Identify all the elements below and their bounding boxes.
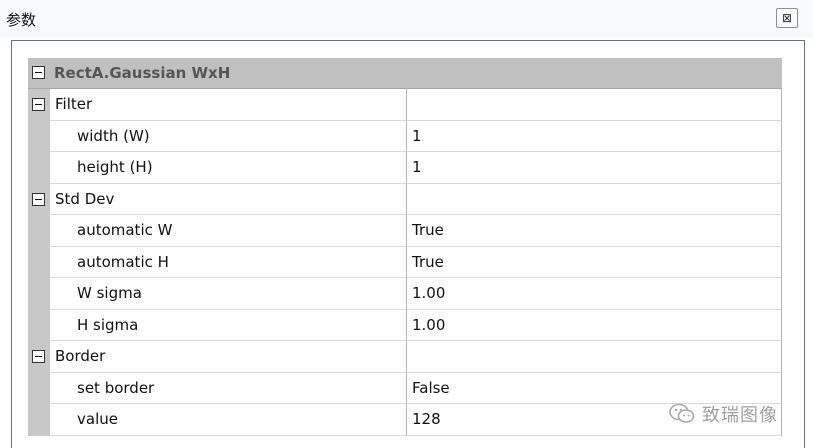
property-name: width (W) xyxy=(77,126,150,145)
row-gutter xyxy=(28,278,50,310)
property-name: height (H) xyxy=(77,158,153,176)
property-row-automatic-h[interactable]: automatic H True xyxy=(28,246,782,278)
property-name: value xyxy=(77,410,118,428)
category-row-filter[interactable]: Filter xyxy=(28,89,782,121)
row-gutter xyxy=(28,341,50,373)
property-value[interactable]: True xyxy=(412,221,444,239)
category-label: Border xyxy=(55,347,106,365)
watermark: 致瑞图像 xyxy=(668,400,778,428)
property-name: automatic W xyxy=(77,221,173,239)
property-name: W sigma xyxy=(77,284,142,302)
property-name: set border xyxy=(77,378,155,397)
row-gutter xyxy=(28,89,50,121)
property-row-height[interactable]: height (H) 1 xyxy=(28,152,782,184)
category-row-border[interactable]: Border xyxy=(28,341,782,373)
category-value-cell xyxy=(407,341,782,373)
row-gutter xyxy=(28,183,50,215)
collapse-icon[interactable] xyxy=(32,350,45,363)
property-row-automatic-w[interactable]: automatic W True xyxy=(28,215,782,247)
close-icon: ⊠ xyxy=(782,11,793,25)
collapse-icon[interactable] xyxy=(32,98,45,111)
category-value-cell xyxy=(407,89,782,121)
row-gutter xyxy=(28,372,50,404)
property-value[interactable]: 1 xyxy=(412,158,422,176)
property-grid: RectA.Gaussian WxH Filter width (W) 1 he… xyxy=(28,58,782,436)
root-label: RectA.Gaussian WxH xyxy=(54,64,231,82)
property-value[interactable]: 1.00 xyxy=(412,316,445,334)
property-value[interactable]: 128 xyxy=(412,410,441,428)
wechat-icon xyxy=(669,403,695,423)
property-row-h-sigma[interactable]: H sigma 1.00 xyxy=(28,309,782,341)
property-row-w-sigma[interactable]: W sigma 1.00 xyxy=(28,278,782,310)
row-gutter xyxy=(28,120,50,152)
watermark-text: 致瑞图像 xyxy=(702,405,778,426)
collapse-icon[interactable] xyxy=(32,192,45,206)
row-gutter xyxy=(28,152,50,184)
grid-root-header[interactable]: RectA.Gaussian WxH xyxy=(28,58,782,89)
window-title: 参数 xyxy=(6,11,37,29)
property-value[interactable]: 1.00 xyxy=(412,284,445,302)
window-titlebar: 参数 ⊠ xyxy=(0,0,813,38)
category-value-cell xyxy=(407,183,782,215)
property-name: H sigma xyxy=(77,315,139,334)
category-row-std-dev[interactable]: Std Dev xyxy=(28,183,782,215)
row-gutter xyxy=(28,215,50,247)
property-name: automatic H xyxy=(77,252,169,271)
property-value[interactable]: False xyxy=(412,379,450,397)
row-gutter xyxy=(28,246,50,278)
category-label: Std Dev xyxy=(55,189,115,208)
property-row-width[interactable]: width (W) 1 xyxy=(28,120,782,152)
category-label: Filter xyxy=(55,95,93,113)
property-value[interactable]: 1 xyxy=(412,127,422,145)
property-value[interactable]: True xyxy=(412,253,444,271)
close-button[interactable]: ⊠ xyxy=(776,8,798,28)
row-gutter xyxy=(28,309,50,341)
row-gutter xyxy=(28,404,50,436)
collapse-icon[interactable] xyxy=(32,66,45,79)
